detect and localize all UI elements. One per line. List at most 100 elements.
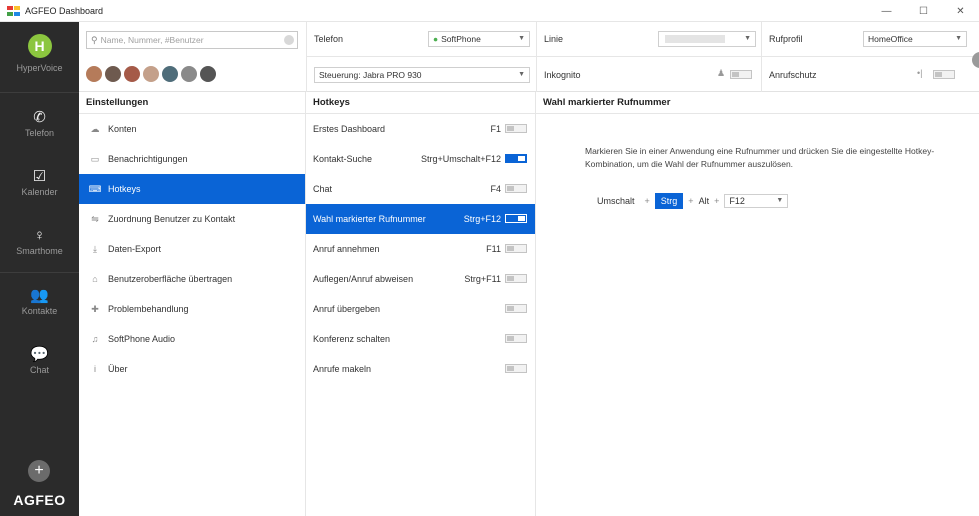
favorites-row [86, 66, 219, 82]
maximize-button[interactable]: ☐ [905, 0, 942, 22]
hotkeys-column: Hotkeys Erstes Dashboard F1 Kontakt-Suche S… [306, 92, 536, 516]
hotkey-label: Kontakt-Suche [313, 154, 373, 164]
hotkey-toggle[interactable] [505, 334, 527, 343]
settings-item[interactable]: i Über [79, 354, 305, 384]
hotkey-label: Erstes Dashboard [313, 124, 386, 134]
settings-item[interactable]: ▭ Benachrichtigungen [79, 144, 305, 174]
settings-title: Einstellungen [79, 92, 305, 114]
settings-item-icon: ⌂ [92, 274, 98, 284]
favorite-avatar[interactable] [105, 66, 121, 82]
detail-title: Wahl markierter Rufnummer [536, 92, 979, 114]
status-dot-icon: ● [433, 34, 439, 44]
hotkey-toggle[interactable] [505, 274, 527, 283]
hotkey-toggle[interactable] [505, 184, 527, 193]
hotkey-toggle[interactable] [505, 154, 527, 163]
hotkey-combination: Umschalt + Strg + Alt + F12 ▼ [597, 193, 789, 209]
panel-expand-handle[interactable] [972, 52, 979, 68]
settings-item[interactable]: ☁ Konten [79, 114, 305, 144]
telefon-select[interactable]: ● SoftPhone ▼ [428, 31, 530, 47]
chevron-down-icon: ▼ [518, 35, 525, 42]
settings-item-icon: i [94, 364, 96, 374]
close-button[interactable]: ✕ [942, 0, 979, 22]
favorite-avatar[interactable] [86, 66, 102, 82]
header-bar: ⚲ Name, Nummer, #Benutzer Telefon ● Soft… [79, 22, 979, 92]
nav-smarthome-label: Smarthome [16, 246, 63, 256]
minimize-button[interactable]: — [868, 0, 905, 22]
hotkey-row[interactable]: Kontakt-Suche Strg+Umschalt+F12 [306, 144, 535, 174]
hotkey-toggle[interactable] [505, 124, 527, 133]
search-icon: ⚲ [91, 34, 98, 45]
hotkey-row[interactable]: Wahl markierter Rufnummer Strg+F12 [306, 204, 535, 234]
modifier-alt[interactable]: Alt [699, 196, 710, 206]
hotkey-toggle[interactable] [505, 304, 527, 313]
anrufschutz-toggle[interactable] [933, 70, 955, 79]
steuerung-select[interactable]: Steuerung: Jabra PRO 930 ▼ [314, 67, 530, 83]
favorite-avatar[interactable] [124, 66, 140, 82]
hotkey-row[interactable]: Chat F4 [306, 174, 535, 204]
hotkey-toggle[interactable] [505, 214, 527, 223]
favorite-avatar[interactable] [200, 66, 216, 82]
settings-item-icon: ⤓ [93, 243, 97, 254]
favorite-avatar[interactable] [181, 66, 197, 82]
search-input[interactable]: ⚲ Name, Nummer, #Benutzer [86, 31, 298, 49]
settings-item[interactable]: ⇋ Zuordnung Benutzer zu Kontakt [79, 204, 305, 234]
linie-label: Linie [544, 34, 564, 44]
favorite-avatar[interactable] [143, 66, 159, 82]
hotkey-label: Wahl markierter Rufnummer [313, 214, 426, 224]
settings-item[interactable]: ✚ Problembehandlung [79, 294, 305, 324]
hotkey-row[interactable]: Anruf übergeben [306, 294, 535, 324]
nav-rail: H HyperVoice ✆ Telefon ☑ Kalender ♀ Smar… [0, 22, 79, 516]
settings-item[interactable]: ⌨ Hotkeys [79, 174, 305, 204]
nav-smarthome[interactable]: ♀ Smarthome [0, 224, 79, 257]
favorite-avatar[interactable] [162, 66, 178, 82]
settings-item-label: Benachrichtigungen [108, 154, 188, 164]
nav-telefon[interactable]: ✆ Telefon [0, 106, 79, 138]
hotkey-key: Strg+F11 [464, 274, 501, 284]
nav-kontakte-label: Kontakte [21, 306, 58, 316]
modifier-strg[interactable]: Strg [654, 193, 684, 209]
clear-search-icon[interactable] [284, 35, 294, 45]
hotkey-row[interactable]: Konferenz schalten [306, 324, 535, 354]
add-button[interactable]: + [28, 460, 50, 482]
chevron-down-icon: ▼ [776, 197, 784, 204]
linie-value-redacted [665, 35, 725, 43]
settings-item-label: Benutzeroberfläche übertragen [108, 274, 233, 284]
modifier-umschalt[interactable]: Umschalt [597, 194, 640, 208]
nav-kalender[interactable]: ☑ Kalender [0, 165, 79, 197]
avatar: H [27, 34, 52, 58]
contacts-icon: 👥 [30, 287, 49, 304]
chevron-down-icon: ▼ [744, 35, 751, 42]
hotkey-toggle[interactable] [505, 244, 527, 253]
hotkey-row[interactable]: Erstes Dashboard F1 [306, 114, 535, 144]
search-placeholder: Name, Nummer, #Benutzer [100, 35, 204, 45]
settings-item-label: SoftPhone Audio [108, 334, 176, 344]
inkognito-toggle[interactable] [730, 70, 752, 79]
settings-item-label: Über [108, 364, 128, 374]
detail-description: Markieren Sie in einer Anwendung eine Ru… [585, 145, 940, 171]
rufprofil-select[interactable]: HomeOffice ▼ [863, 31, 967, 47]
key-select[interactable]: F12 ▼ [724, 194, 789, 208]
settings-item-icon: ⌨ [88, 183, 102, 194]
nav-telefon-label: Telefon [24, 128, 55, 138]
hotkey-row[interactable]: Auflegen/Anruf abweisen Strg+F11 [306, 264, 535, 294]
incognito-icon: ♟ [717, 68, 726, 78]
settings-item-icon: ♫ [91, 334, 99, 344]
linie-select[interactable]: ▼ [658, 31, 756, 47]
hotkey-label: Auflegen/Anruf abweisen [313, 274, 414, 284]
hotkey-row[interactable]: Anrufe makeln [306, 354, 535, 384]
nav-chat-label: Chat [29, 365, 49, 375]
profile-button[interactable]: H HyperVoice [0, 34, 79, 73]
plus-sign: + [688, 196, 694, 206]
hotkey-row[interactable]: Anruf annehmen F11 [306, 234, 535, 264]
settings-item-icon: ☁ [90, 123, 100, 134]
hotkey-key: F4 [490, 184, 501, 194]
detail-column: Wahl markierter Rufnummer Markieren Sie … [536, 92, 979, 516]
key-value: F12 [729, 196, 745, 206]
nav-kontakte[interactable]: 👥 Kontakte [0, 284, 79, 316]
settings-item[interactable]: ⤓ Daten-Export [79, 234, 305, 264]
settings-item[interactable]: ⌂ Benutzeroberfläche übertragen [79, 264, 305, 294]
settings-item[interactable]: ♫ SoftPhone Audio [79, 324, 305, 354]
rufprofil-label: Rufprofil [769, 34, 803, 44]
hotkey-toggle[interactable] [505, 364, 527, 373]
nav-chat[interactable]: 💬 Chat [0, 343, 79, 375]
